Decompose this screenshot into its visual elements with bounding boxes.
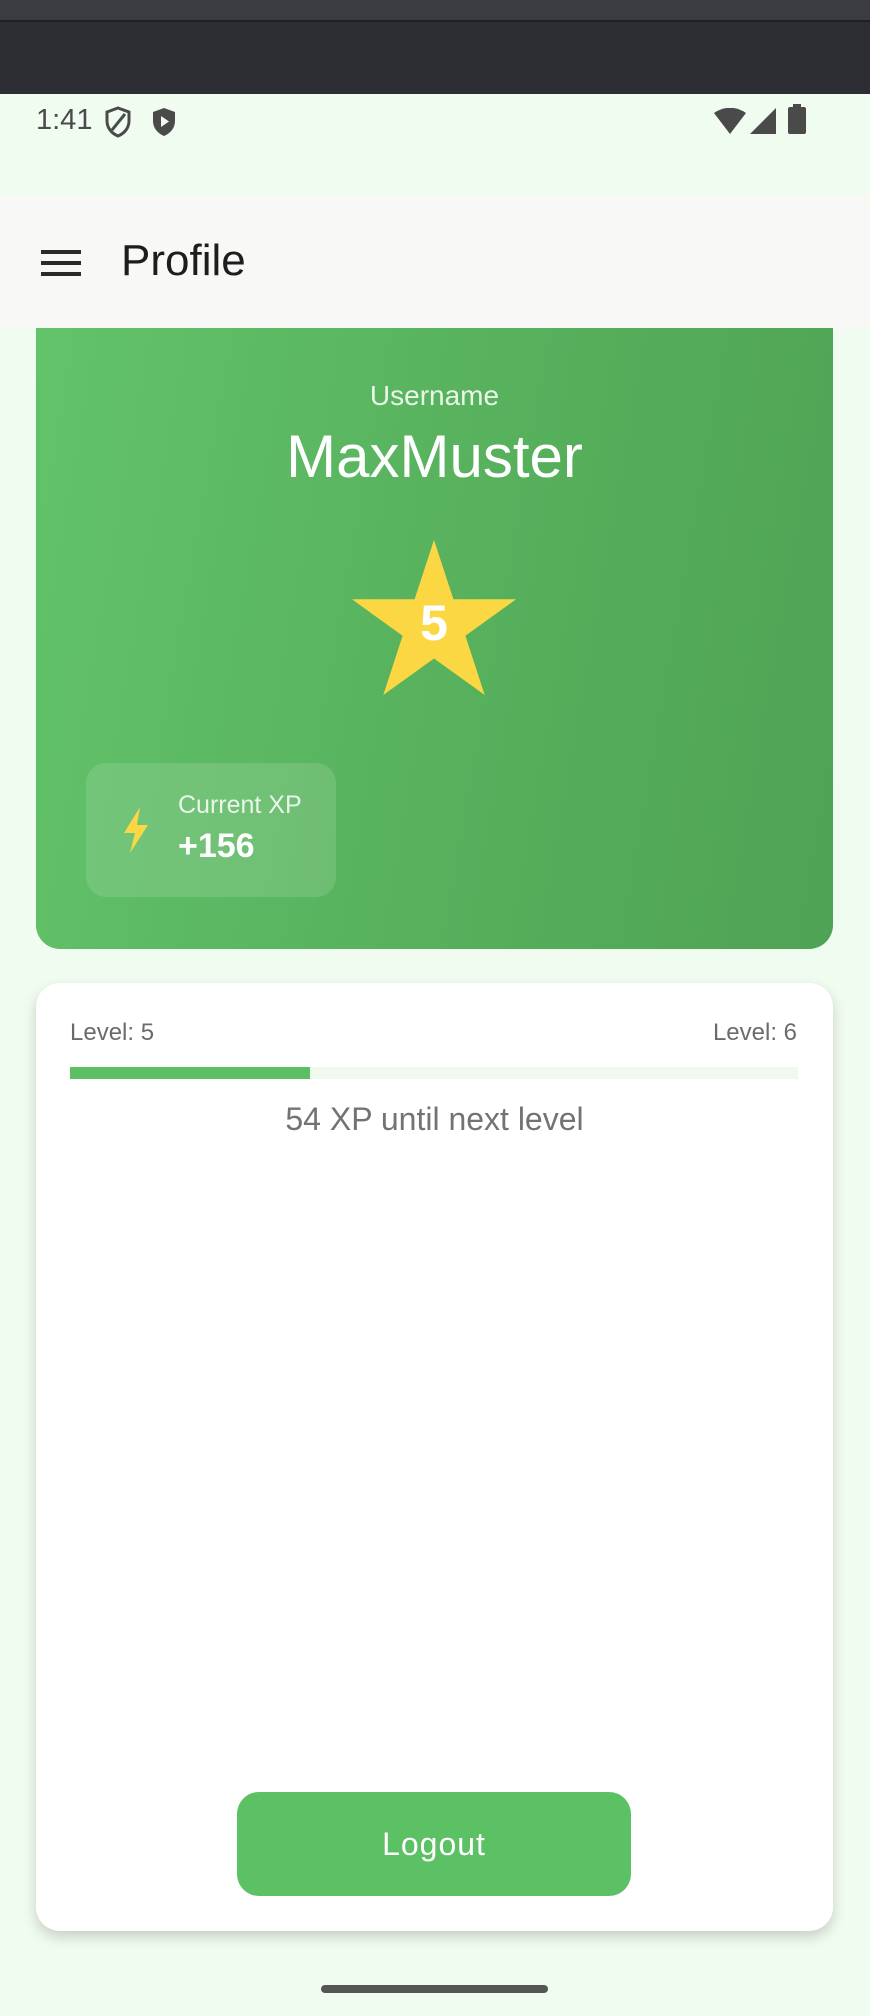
current-xp-value: +156	[178, 827, 255, 865]
current-xp-box: Current XP +156	[86, 763, 336, 897]
home-indicator	[321, 1985, 548, 1993]
current-xp-label: Current XP	[178, 791, 302, 819]
next-level-label: Level: 6	[712, 1019, 797, 1046]
level-progress-card: Level: 5 Level: 6 54 XP until next level…	[36, 983, 833, 1931]
app-bar: Profile	[0, 196, 870, 330]
hamburger-menu-icon[interactable]	[30, 232, 92, 294]
level-number: 5	[420, 595, 448, 651]
logout-button[interactable]: Logout	[237, 1792, 631, 1896]
wifi-icon	[714, 107, 746, 139]
status-bar: 1:41	[0, 94, 870, 196]
shield-outline-icon	[104, 106, 132, 143]
lightning-bolt-icon	[122, 807, 150, 858]
level-progress-bar	[70, 1067, 798, 1079]
xp-until-next-level: 54 XP until next level	[285, 1101, 584, 1137]
shield-play-icon	[150, 106, 178, 143]
signal-icon	[750, 108, 776, 139]
level-progress-fill	[70, 1067, 311, 1079]
current-level-label: Level: 5	[70, 1019, 155, 1046]
username-label: Username	[369, 380, 500, 411]
status-time: 1:41	[36, 104, 93, 136]
device-top-edge	[0, 0, 870, 22]
profile-hero-card: Username MaxMuster 5 Current XP +156	[36, 328, 833, 949]
page-title: Profile	[121, 236, 246, 285]
level-badge: 5	[352, 540, 516, 696]
battery-icon	[788, 104, 806, 139]
username: MaxMuster	[286, 423, 583, 490]
device-top-frame	[0, 0, 870, 94]
